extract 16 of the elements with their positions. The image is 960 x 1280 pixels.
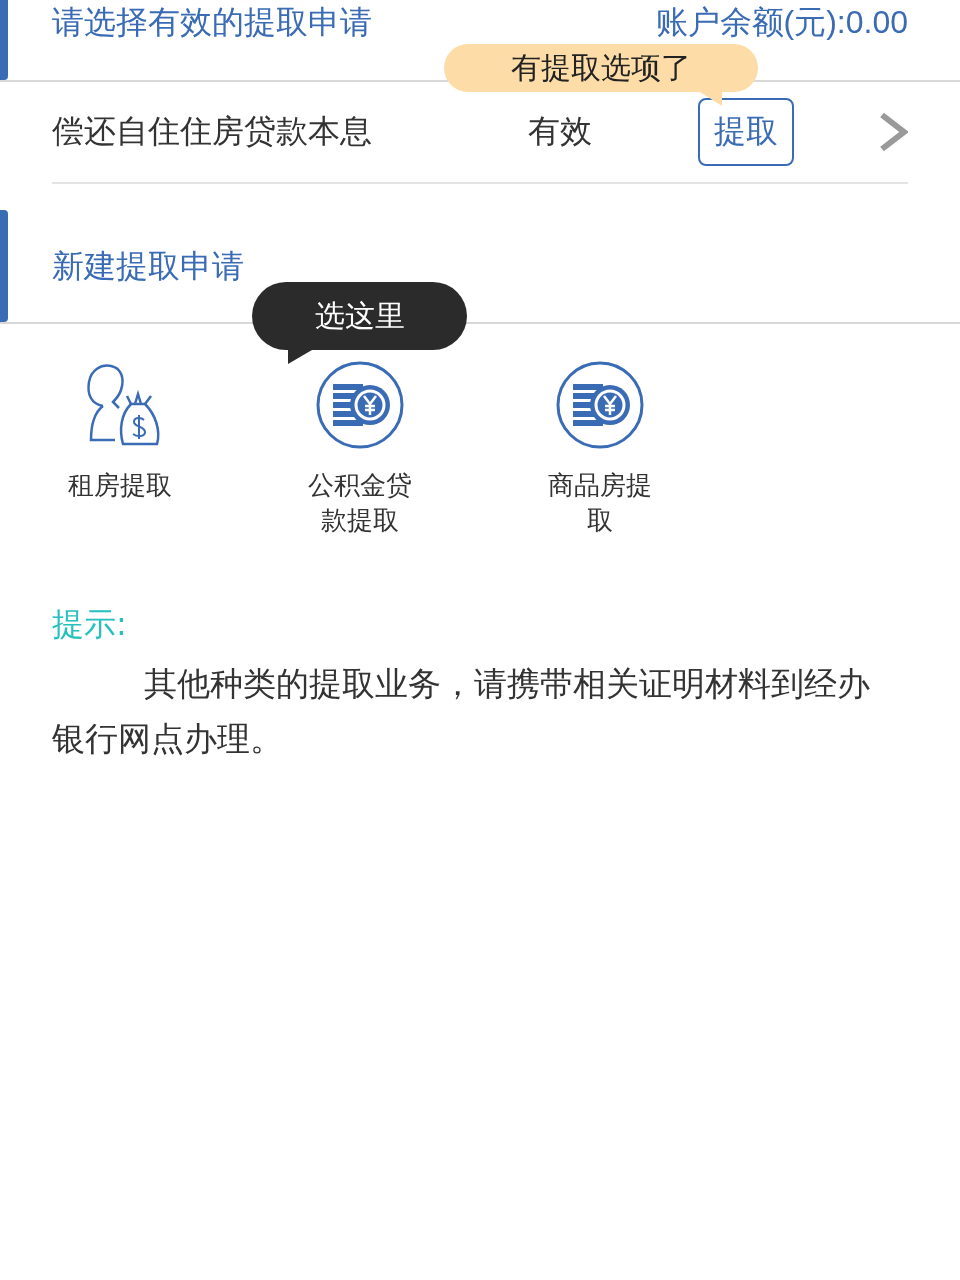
- option-label[interactable]: 商品房提取: [540, 468, 660, 538]
- option-label[interactable]: 租房提取: [60, 468, 180, 503]
- chevron-right-icon[interactable]: [878, 112, 908, 152]
- tooltip: 选这里: [252, 282, 467, 364]
- tooltip: 有提取选项了: [444, 44, 758, 106]
- hint-text: 其他种类的提取业务，请携带相关证明材料到经办银行网点办理。: [52, 663, 872, 760]
- section-title: 新建提取申请: [52, 246, 244, 286]
- withdraw-button[interactable]: 提取: [698, 98, 794, 166]
- application-status: 有效: [528, 111, 592, 152]
- hint-heading: 提示:: [52, 604, 128, 645]
- balance-text: 账户余额(元):0.00: [655, 3, 908, 42]
- coin-stack-icon[interactable]: [315, 360, 405, 450]
- application-name: 偿还自住住房贷款本息: [52, 111, 372, 152]
- coin-stack-icon[interactable]: [555, 360, 645, 450]
- section-title: 请选择有效的提取申请: [52, 2, 372, 42]
- option-label[interactable]: 公积金贷款提取: [300, 468, 420, 538]
